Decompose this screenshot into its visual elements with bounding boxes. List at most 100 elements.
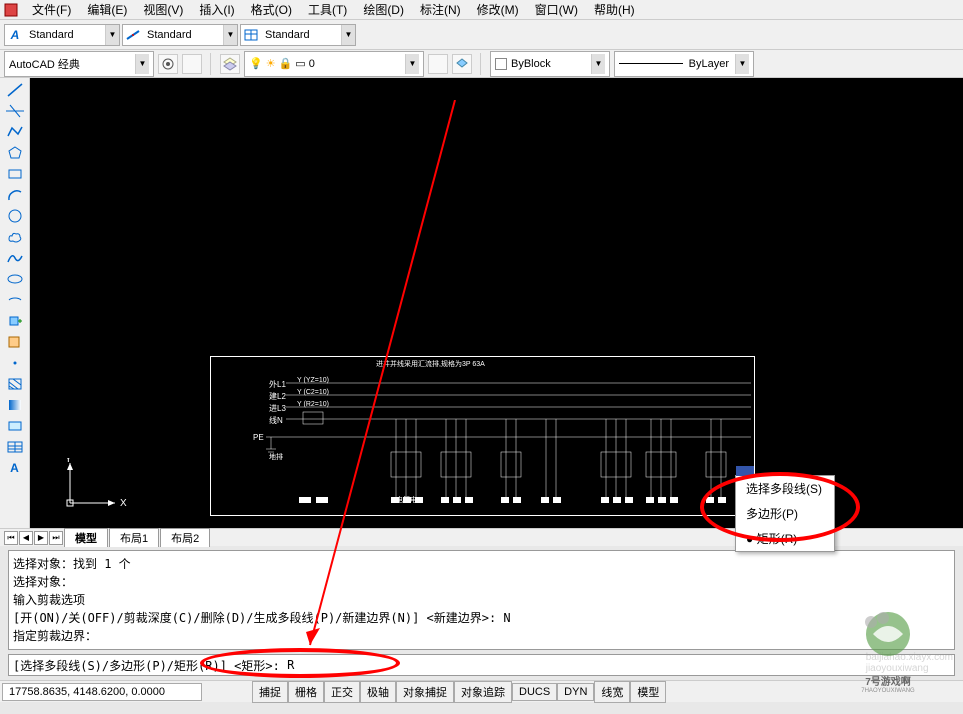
chevron-down-icon[interactable]: ▼ [405, 54, 419, 74]
menu-dimension[interactable]: 标注(N) [412, 0, 469, 20]
lightbulb-icon: 💡 [249, 57, 263, 70]
chevron-down-icon[interactable]: ▼ [735, 54, 749, 74]
tab-prev-icon[interactable]: ◀ [19, 531, 33, 545]
menu-draw[interactable]: 绘图(D) [355, 0, 412, 20]
tab-first-icon[interactable]: ⏮ [4, 531, 18, 545]
ellipse-arc-tool[interactable] [3, 290, 27, 310]
chevron-down-icon[interactable]: ▼ [223, 25, 237, 45]
coordinate-display: 17758.8635, 4148.6200, 0.0000 [2, 683, 202, 701]
ctx-rectangle[interactable]: 矩形(R) [736, 526, 834, 551]
chevron-down-icon[interactable]: ▼ [591, 54, 605, 74]
hatch-tool[interactable] [3, 374, 27, 394]
command-prompt: [选择多段线(S)/多边形(P)/矩形(R)] <矩形>: [13, 657, 280, 674]
tab-next-icon[interactable]: ▶ [34, 531, 48, 545]
lock-icon: 🔒 [279, 57, 293, 70]
snap-toggle[interactable]: 捕捉 [252, 681, 288, 703]
insert-block-tool[interactable] [3, 311, 27, 331]
circle-tool[interactable] [3, 206, 27, 226]
color-select[interactable]: ByBlock ▼ [490, 51, 610, 77]
mtext-tool[interactable]: A [3, 458, 27, 478]
sun-icon: ☀ [266, 57, 276, 70]
menu-file[interactable]: 文件(F) [24, 0, 79, 20]
dyn-toggle[interactable]: DYN [557, 683, 594, 701]
workspace-toolbar: AutoCAD 经典 ▼ 💡 ☀ 🔒 ▭ 0 ▼ ByBlock ▼ ByLay… [0, 50, 963, 78]
point-tool[interactable] [3, 353, 27, 373]
dim-style-icon [123, 25, 143, 45]
grid-toggle[interactable]: 栅格 [288, 681, 324, 703]
menu-help[interactable]: 帮助(H) [586, 0, 643, 20]
command-history[interactable]: 选择对象：找到 1 个 选择对象： 输入剪裁选项 [开(ON)/关(OFF)/剪… [8, 550, 955, 650]
menu-window[interactable]: 窗口(W) [527, 0, 586, 20]
text-style-icon: A [5, 25, 25, 45]
cmd-line: 选择对象：找到 1 个 [13, 555, 950, 573]
toolbox-icon[interactable] [182, 54, 202, 74]
svg-text:Y: Y [65, 458, 72, 465]
drawing-content: 进井并线采用汇流排,规格为3P 63A 外L1 建L2 进L3 线N PE Y … [210, 356, 963, 516]
menu-tools[interactable]: 工具(T) [300, 0, 355, 20]
table-style-select[interactable]: Standard ▼ [240, 24, 356, 46]
dim-style-select[interactable]: Standard ▼ [122, 24, 238, 46]
main-area: A 进井并线采用汇流排,规格为3P 63A 外L1 建L2 进L3 线N PE … [0, 78, 963, 528]
tab-layout2[interactable]: 布局2 [160, 528, 210, 547]
layer-select[interactable]: 💡 ☀ 🔒 ▭ 0 ▼ [244, 51, 424, 77]
osnap-toggle[interactable]: 对象捕捉 [396, 681, 454, 703]
menu-format[interactable]: 格式(O) [243, 0, 300, 20]
otrack-toggle[interactable]: 对象追踪 [454, 681, 512, 703]
ctx-select-polyline[interactable]: 选择多段线(S) [736, 476, 834, 501]
polyline-tool[interactable] [3, 122, 27, 142]
text-style-select[interactable]: A Standard ▼ [4, 24, 120, 46]
table-style-icon [241, 25, 261, 45]
region-tool[interactable] [3, 416, 27, 436]
cmd-line: 选择对象： [13, 573, 950, 591]
ellipse-tool[interactable] [3, 269, 27, 289]
make-block-tool[interactable] [3, 332, 27, 352]
arc-tool[interactable] [3, 185, 27, 205]
ducs-toggle[interactable]: DUCS [512, 683, 557, 701]
polar-toggle[interactable]: 极轴 [360, 681, 396, 703]
menu-edit[interactable]: 编辑(E) [79, 0, 135, 20]
cmd-line: 指定剪裁边界： [13, 627, 950, 645]
command-input-row: [选择多段线(S)/多边形(P)/矩形(R)] <矩形>: [8, 654, 955, 676]
line-tool[interactable] [3, 80, 27, 100]
lineweight-toggle[interactable]: 线宽 [594, 681, 630, 703]
cmd-line: 输入剪裁选项 [13, 591, 950, 609]
ucs-icon: X Y [60, 458, 130, 518]
chevron-down-icon[interactable]: ▼ [341, 25, 355, 45]
model-toggle[interactable]: 模型 [630, 681, 666, 703]
menu-modify[interactable]: 修改(M) [469, 0, 527, 20]
tab-layout1[interactable]: 布局1 [109, 528, 159, 547]
tab-model[interactable]: 模型 [64, 528, 108, 547]
line-preview [619, 63, 683, 64]
linetype-select[interactable]: ByLayer ▼ [614, 51, 754, 77]
layer-manager-icon[interactable] [428, 54, 448, 74]
rectangle-tool[interactable] [3, 164, 27, 184]
xline-tool[interactable] [3, 101, 27, 121]
tab-last-icon[interactable]: ⏭ [49, 531, 63, 545]
drawing-viewport[interactable]: 进井并线采用汇流排,规格为3P 63A 外L1 建L2 进L3 线N PE Y … [30, 78, 963, 528]
plot-icon: ▭ [295, 57, 305, 70]
layer-stack-icon[interactable] [452, 54, 472, 74]
polygon-tool[interactable] [3, 143, 27, 163]
table-tool[interactable] [3, 437, 27, 457]
menu-view[interactable]: 视图(V) [135, 0, 191, 20]
logo-watermark: 7号游戏啊 7HAOYOUXIWANG [853, 610, 923, 694]
menubar: 文件(F) 编辑(E) 视图(V) 插入(I) 格式(O) 工具(T) 绘图(D… [0, 0, 963, 20]
ortho-toggle[interactable]: 正交 [324, 681, 360, 703]
color-swatch [495, 58, 507, 70]
chevron-down-icon[interactable]: ▼ [105, 25, 119, 45]
command-input[interactable] [287, 658, 950, 672]
draw-toolbar: A [0, 78, 30, 528]
chevron-down-icon[interactable]: ▼ [135, 54, 149, 74]
menu-insert[interactable]: 插入(I) [191, 0, 242, 20]
gradient-tool[interactable] [3, 395, 27, 415]
style-toolbar: A Standard ▼ Standard ▼ Standard ▼ [0, 20, 963, 50]
workspace-select[interactable]: AutoCAD 经典 ▼ [4, 51, 154, 77]
gear-icon[interactable] [158, 54, 178, 74]
ctx-polygon[interactable]: 多边形(P) [736, 501, 834, 526]
revcloud-tool[interactable] [3, 227, 27, 247]
svg-text:X: X [120, 498, 127, 509]
layers-icon[interactable] [220, 54, 240, 74]
spline-tool[interactable] [3, 248, 27, 268]
boundary-context-menu: 选择多段线(S) 多边形(P) 矩形(R) [735, 475, 835, 552]
app-icon [4, 2, 20, 18]
